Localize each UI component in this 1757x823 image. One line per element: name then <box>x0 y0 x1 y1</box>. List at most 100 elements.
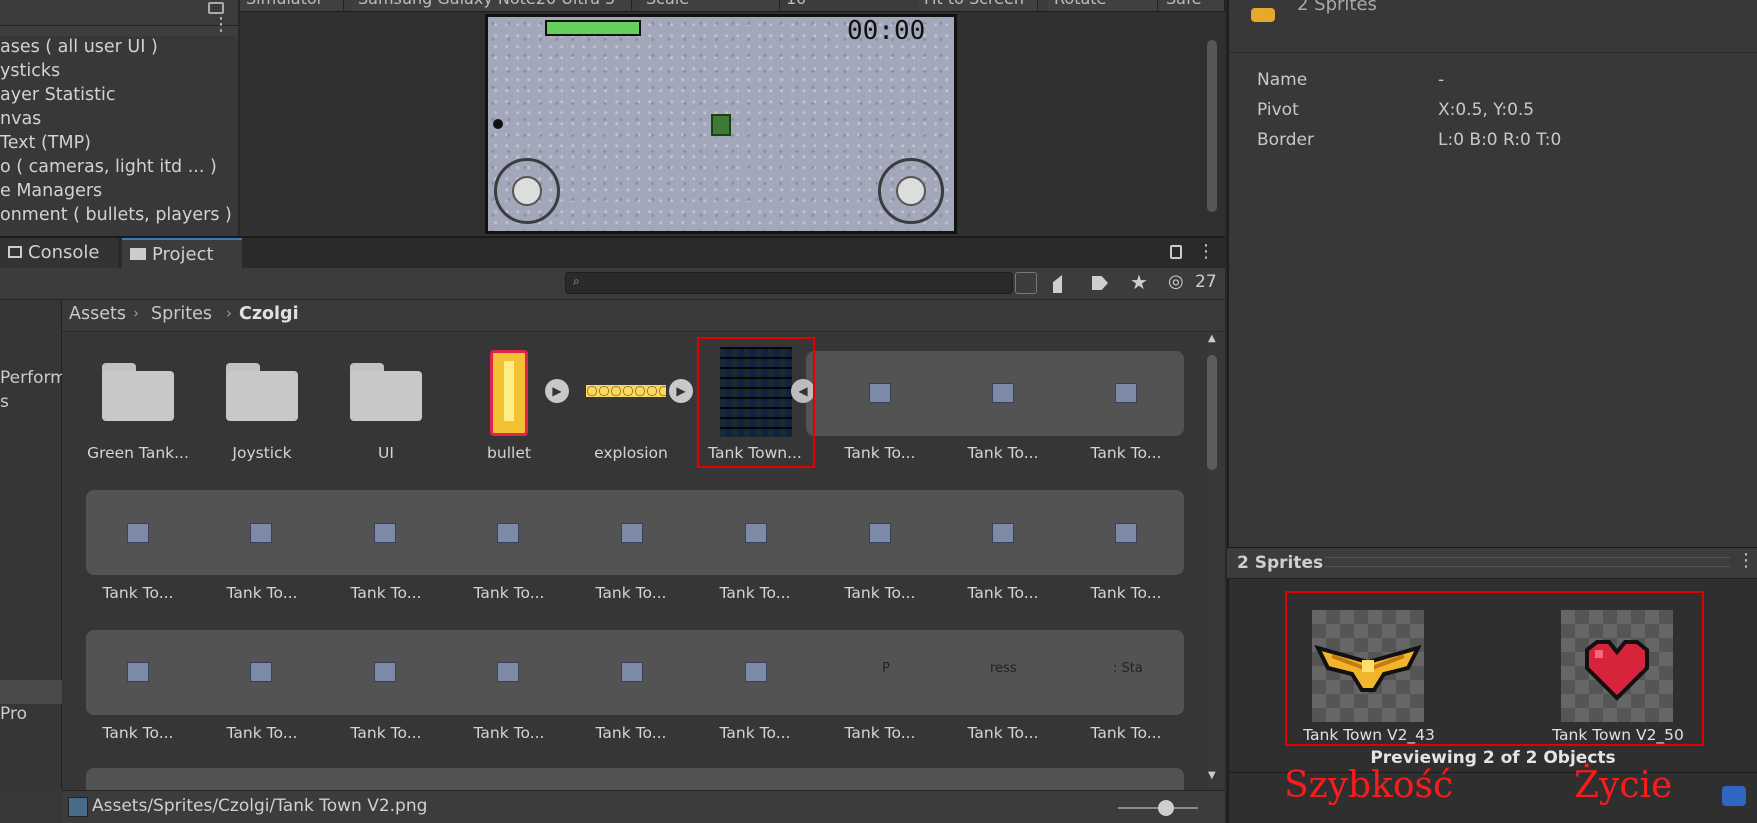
hierarchy-item[interactable]: ases ( all user UI ) <box>0 37 158 61</box>
hidden-packages-icon[interactable]: ◎ <box>1168 271 1184 292</box>
asset-label: Tank To... <box>226 724 298 742</box>
hierarchy-item[interactable]: ayer Statistic <box>0 85 116 109</box>
sprite-thumbnail[interactable] <box>497 662 519 682</box>
hierarchy-item[interactable]: o ( cameras, light itd ... ) <box>0 157 217 181</box>
asset-label: Tank To... <box>102 584 174 602</box>
simulator-toolbar: Simulator Samsung Galaxy Note20 Ultra 5 … <box>240 0 1225 12</box>
hierarchy-item[interactable]: e Managers <box>0 181 102 205</box>
folder-icon[interactable] <box>226 363 298 421</box>
label-tag-icon[interactable] <box>1722 786 1746 806</box>
asset-label: Tank To... <box>595 584 667 602</box>
hierarchy-item[interactable]: ysticks <box>0 61 60 85</box>
simulator-scrollbar[interactable] <box>1207 40 1217 212</box>
health-bar <box>545 20 641 36</box>
sprite-thumbnail[interactable] <box>374 662 396 682</box>
tab-project[interactable]: Project <box>122 238 242 268</box>
sprite-thumbnail[interactable] <box>621 523 643 543</box>
tab-console[interactable]: Console <box>0 238 118 268</box>
sprite-thumbnail[interactable] <box>745 662 767 682</box>
layout-icon[interactable] <box>208 2 224 14</box>
asset-label: Tank To... <box>844 444 916 462</box>
favorite-star-icon[interactable]: ★ <box>1130 270 1148 294</box>
bullet-sprite[interactable] <box>490 350 528 436</box>
right-joystick[interactable] <box>878 158 944 224</box>
sprite-thumbnail[interactable] <box>745 523 767 543</box>
hierarchy-item[interactable]: nvas <box>0 109 41 133</box>
scroll-up-icon[interactable]: ▲ <box>1208 333 1216 344</box>
safe-area-toggle[interactable]: Safe <box>1160 0 1225 11</box>
folder-icon[interactable] <box>102 363 174 421</box>
left-joystick[interactable] <box>494 158 560 224</box>
annotation-life: Życie <box>1574 765 1673 806</box>
image-file-icon <box>68 797 88 817</box>
play-icon[interactable]: ▶ <box>669 379 693 403</box>
sprite-thumbnail[interactable] <box>621 662 643 682</box>
sprite-thumbnail[interactable] <box>1115 383 1137 403</box>
breadcrumb-czolgi[interactable]: Czolgi <box>239 304 299 324</box>
breadcrumb-sprites[interactable]: Sprites <box>151 304 212 324</box>
folder-icon[interactable] <box>350 363 422 421</box>
rotate-button[interactable]: Rotate <box>1048 0 1158 11</box>
tree-item[interactable]: Pro <box>0 704 27 724</box>
device-dropdown[interactable]: Samsung Galaxy Note20 Ultra 5 <box>352 0 632 11</box>
asset-label: Tank To... <box>1090 444 1162 462</box>
sprite-thumbnail-text[interactable]: ress <box>990 661 1017 676</box>
fit-to-screen-button[interactable]: Fit to Screen <box>918 0 1038 11</box>
asset-label: Tank To... <box>350 584 422 602</box>
sprite-thumbnail[interactable] <box>250 662 272 682</box>
sprite-thumbnail[interactable] <box>497 523 519 543</box>
scale-slider[interactable]: Scale <box>640 0 780 11</box>
asset-label: Tank To... <box>844 724 916 742</box>
sprite-thumbnail[interactable] <box>992 383 1014 403</box>
preview-header[interactable]: 2 Sprites ⋮ <box>1227 547 1757 579</box>
sprite-thumbnail-text[interactable]: P <box>882 661 890 676</box>
chevron-right-icon: › <box>133 304 139 322</box>
tree-item[interactable]: s <box>0 392 9 412</box>
search-input[interactable]: ⌕ <box>565 272 1013 294</box>
pivot-value: X:0.5, Y:0.5 <box>1438 100 1535 120</box>
selected-asset-path: Assets/Sprites/Czolgi/Tank Town V2.png <box>92 796 428 816</box>
slider-handle[interactable] <box>1158 800 1174 816</box>
play-icon[interactable]: ▶ <box>545 379 569 403</box>
more-options-icon[interactable]: ⋮ <box>1197 241 1215 262</box>
explosion-sprite[interactable] <box>586 385 666 397</box>
lock-icon[interactable] <box>1170 245 1182 259</box>
sprite-thumbnail[interactable] <box>250 523 272 543</box>
inspector-title: 2 Sprites <box>1297 0 1377 15</box>
hierarchy-item[interactable]: onment ( bullets, players ) <box>0 205 232 229</box>
search-scope-icon[interactable] <box>1015 272 1037 294</box>
asset-label: Tank To... <box>102 724 174 742</box>
simulator-dropdown[interactable]: Simulator <box>240 0 344 11</box>
sprite-thumbnail[interactable] <box>869 523 891 543</box>
tree-item[interactable]: Perform <box>0 368 67 388</box>
scroll-down-icon[interactable]: ▼ <box>1208 770 1216 781</box>
asset-label: Tank To... <box>844 584 916 602</box>
sprite-thumbnail[interactable] <box>1115 523 1137 543</box>
hierarchy-toolbar <box>0 0 238 26</box>
asset-label: Tank To... <box>967 584 1039 602</box>
sprite-thumbnail[interactable] <box>869 383 891 403</box>
hierarchy-item[interactable]: Text (TMP) <box>0 133 91 157</box>
joystick-knob[interactable] <box>512 176 542 206</box>
sprite-thumbnail[interactable] <box>992 523 1014 543</box>
asset-label: Tank To... <box>1090 724 1162 742</box>
highlight-box-preview <box>1285 591 1704 746</box>
sprite-thumbnail[interactable] <box>127 523 149 543</box>
sprite-thumbnail[interactable] <box>127 662 149 682</box>
sprite-thumbnail[interactable] <box>374 523 396 543</box>
asset-label: Tank To... <box>967 444 1039 462</box>
more-options-icon[interactable]: ⋮ <box>212 14 230 35</box>
asset-label: Tank To... <box>1090 584 1162 602</box>
joystick-knob[interactable] <box>896 176 926 206</box>
asset-label: Tank Town... <box>708 444 802 462</box>
asset-label: Tank To... <box>473 584 545 602</box>
breadcrumb-assets[interactable]: Assets <box>69 304 126 324</box>
sprite-thumbnail-text[interactable]: : Sta <box>1113 661 1143 676</box>
asset-label: Tank To... <box>595 724 667 742</box>
project-scrollbar[interactable] <box>1207 355 1217 470</box>
sprite-strip <box>86 768 1184 790</box>
asset-label: Tank To... <box>719 584 791 602</box>
border-value: L:0 B:0 R:0 T:0 <box>1438 130 1562 150</box>
asset-label: explosion <box>594 444 668 462</box>
more-options-icon[interactable]: ⋮ <box>1737 550 1755 571</box>
